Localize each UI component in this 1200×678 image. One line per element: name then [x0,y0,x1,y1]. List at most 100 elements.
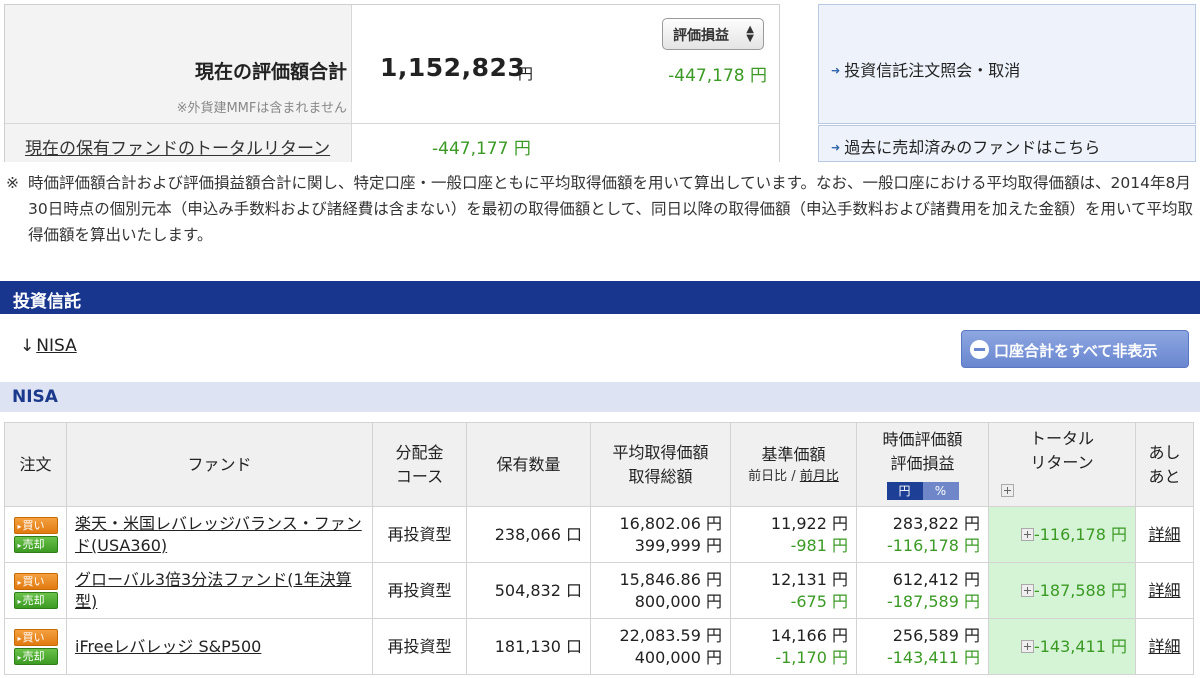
holdings-table: 注文 ファンド 分配金 コース 保有数量 平均取得価額 取得総額 基準価額 前日… [4,422,1194,675]
account-label: NISA [12,387,58,407]
fund-name-link[interactable]: iFreeレバレッジ S&P500 [75,637,261,656]
fund-name-link[interactable]: グローバル3倍3分法ファンド(1年決算型) [75,570,352,611]
jump-link-nisa[interactable]: NISA [36,336,76,356]
header-total-line1: トータル [1029,428,1094,448]
base-price-cell: 14,166 円 -1,170 円 [730,618,857,675]
total-pl-value: -447,178 円 [668,66,767,86]
avg-price: 16,802.06 円 [619,513,722,533]
total-valuation-value: 1,152,823 [380,53,526,82]
pl-type-select-value: 評価損益 [673,28,729,44]
base-price-change: -1,170 円 [775,647,848,667]
base-price: 14,166 円 [770,625,848,645]
eval-pl: -187,589 円 [886,591,980,611]
header-history: あし あと [1135,422,1194,507]
detail-link[interactable]: 詳細 [1148,525,1180,544]
header-base-prev-day: 前日比 [748,468,788,484]
header-base-prev-month-link[interactable]: 前月比 [800,469,839,484]
base-price: 11,922 円 [770,513,848,533]
toggle-yen[interactable]: 円 [886,481,923,500]
eval-cell: 612,412 円 -187,589 円 [856,562,989,619]
yen-pct-toggle: 円% [886,478,959,502]
base-price-change: -675 円 [790,591,848,611]
portfolio-summary: 現在の評価額合計 ※外貨建MMFは含まれません 1,152,823 円 評価損益… [4,4,780,162]
total-return-value: -447,177 円 [432,139,531,159]
sell-button[interactable]: 売却 [13,535,58,553]
header-avg-price: 平均取得価額 取得総額 [590,422,731,507]
avg-price: 15,846.86 円 [619,569,722,589]
header-course-line1: 分配金 [395,442,444,462]
total-return-amount: -143,411 円 [1033,636,1127,656]
order-cell: 買い 売却 [4,506,67,563]
buy-button[interactable]: 買い [13,628,58,646]
note-mark: ※ [6,174,19,192]
order-inquiry-link[interactable]: ➜ 投資信託注文照会・取消 [831,57,1020,81]
account-jump-nav: ↓ NISA [20,336,77,356]
base-price: 12,131 円 [770,569,848,589]
order-inquiry-label: 投資信託注文照会・取消 [844,61,1021,80]
pl-type-select[interactable]: 評価損益 ▲ ▼ [662,18,764,50]
course-cell: 再投資型 [372,506,467,563]
base-price-cell: 12,131 円 -675 円 [730,562,857,619]
total-return-cell: -116,178 円 [988,506,1136,563]
avg-price-cell: 15,846.86 円 800,000 円 [590,562,731,619]
header-avg-line1: 平均取得価額 [612,442,709,462]
total-return-amount: -187,588 円 [1033,580,1127,600]
toggle-pct[interactable]: % [922,481,959,500]
calculation-note: ※ 時価評価額合計および評価損益額合計に関し、特定口座・一般口座ともに平均取得価… [6,170,1196,248]
table-row: 買い 売却 iFreeレバレッジ S&P500 再投資型 181,130 口 2… [4,618,1194,675]
course-cell: 再投資型 [372,618,467,675]
eval-pl: -143,411 円 [886,647,980,667]
fund-name-link[interactable]: 楽天・米国レバレッジバランス・ファンド(USA360) [75,514,362,555]
acquisition-total: 800,000 円 [634,591,722,611]
detail-link[interactable]: 詳細 [1148,581,1180,600]
hide-all-totals-label: 口座合計をすべて非表示 [994,342,1158,360]
table-header-row: 注文 ファンド 分配金 コース 保有数量 平均取得価額 取得総額 基準価額 前日… [4,422,1194,507]
eval-cell: 283,822 円 -116,178 円 [856,506,989,563]
fund-cell: グローバル3倍3分法ファンド(1年決算型) [66,562,373,619]
total-return-value-cell: -447,177 円 [351,124,779,162]
header-total-return: トータル リターン [988,422,1136,507]
base-price-change: -981 円 [790,535,848,555]
buy-button[interactable]: 買い [13,516,58,534]
expand-plus-icon[interactable] [1020,527,1034,541]
section-header-investment-trust: 投資信託 [0,281,1200,314]
account-header-nisa: NISA [0,382,1200,412]
section-title: 投資信託 [13,292,81,312]
sell-button[interactable]: 売却 [13,647,58,665]
course-cell: 再投資型 [372,562,467,619]
total-return-label-cell: 現在の保有ファンドのトータルリターン [5,124,351,162]
summary-label-cell: 現在の評価額合計 ※外貨建MMFは含まれません [5,5,351,123]
sell-button[interactable]: 売却 [13,591,58,609]
header-fund: ファンド [66,422,373,507]
fund-cell: 楽天・米国レバレッジバランス・ファンド(USA360) [66,506,373,563]
header-avg-line2: 取得総額 [628,466,693,486]
eval-pl: -116,178 円 [886,535,980,555]
eval-value: 256,589 円 [892,625,980,645]
order-cell: 買い 売却 [4,618,67,675]
total-return-link[interactable]: 現在の保有ファンドのトータルリターン [25,134,330,159]
note-text: 時価評価額合計および評価損益額合計に関し、特定口座・一般口座ともに平均取得価額を… [28,174,1194,244]
arrow-right-icon: ➜ [831,64,841,77]
hide-all-totals-button[interactable]: 口座合計をすべて非表示 [961,330,1189,368]
header-eval-line2: 評価損益 [890,453,955,473]
fund-cell: iFreeレバレッジ S&P500 [66,618,373,675]
sold-funds-link[interactable]: ➜ 過去に売却済みのファンドはこちら [831,134,1100,158]
avg-price: 22,083.59 円 [619,625,722,645]
header-base-sub: 前日比 / 前月比 [731,467,856,487]
detail-cell: 詳細 [1135,506,1194,563]
header-order: 注文 [4,422,67,507]
expand-plus-icon[interactable] [1001,483,1014,497]
expand-plus-icon[interactable] [1020,583,1034,597]
header-qty: 保有数量 [466,422,591,507]
header-history-line2: あと [1148,466,1181,486]
buy-button[interactable]: 買い [13,572,58,590]
base-price-cell: 11,922 円 -981 円 [730,506,857,563]
sold-funds-label: 過去に売却済みのファンドはこちら [844,138,1101,157]
minus-circle-icon [970,340,989,359]
order-inquiry-panel: ➜ 投資信託注文照会・取消 [818,4,1196,124]
expand-plus-icon[interactable] [1020,639,1034,653]
detail-link[interactable]: 詳細 [1148,637,1180,656]
total-return-row: 現在の保有ファンドのトータルリターン -447,177 円 [5,123,779,162]
table-row: 買い 売却 楽天・米国レバレッジバランス・ファンド(USA360) 再投資型 2… [4,506,1194,563]
sold-funds-panel: ➜ 過去に売却済みのファンドはこちら [818,125,1196,162]
